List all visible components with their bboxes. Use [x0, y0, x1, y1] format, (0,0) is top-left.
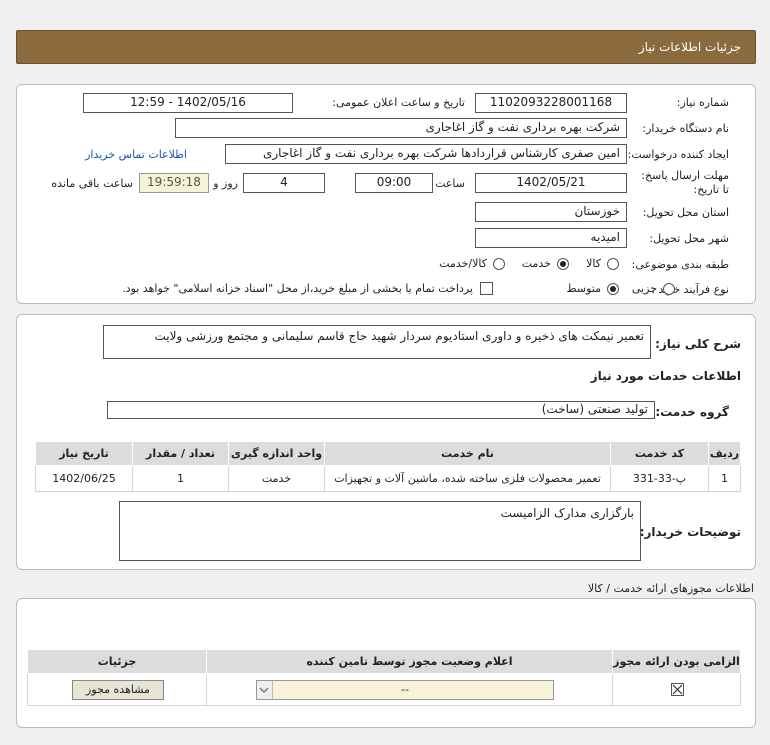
process-radio-medium[interactable]: [607, 283, 619, 295]
view-license-button[interactable]: مشاهده مجوز: [72, 680, 164, 700]
license-status-value: --: [401, 683, 409, 696]
dropdown-button[interactable]: [257, 681, 273, 699]
col-license-required: الزامی بودن ارائه مجوز: [612, 649, 741, 674]
province-label: استان محل تحویل:: [642, 206, 729, 219]
process-option-minor: جزیی: [631, 282, 657, 295]
deadline-date-field[interactable]: 1402/05/21: [475, 173, 627, 193]
license-required-checkbox[interactable]: [671, 683, 684, 696]
cell-license-required: [612, 673, 741, 706]
service-group-field[interactable]: تولید صنعتی (ساخت): [107, 401, 655, 419]
treasury-checkbox[interactable]: [480, 282, 493, 295]
cell-code: پ-33-331: [610, 465, 709, 492]
col-row: ردیف: [708, 441, 741, 466]
process-option-medium: متوسط: [566, 282, 601, 295]
col-code: کد خدمت: [610, 441, 709, 466]
remaining-label: ساعت باقی مانده: [51, 177, 133, 190]
buyer-org-label: نام دستگاه خریدار:: [642, 122, 729, 135]
process-radio-minor[interactable]: [663, 283, 675, 295]
deadline-time-label: ساعت: [435, 177, 465, 190]
cell-license-details: مشاهده مجوز: [27, 673, 207, 706]
table-row: -- مشاهده مجوز: [27, 673, 741, 706]
col-license-status: اعلام وضعیت مجوز توسط تامین کننده: [206, 649, 613, 674]
announce-datetime-field[interactable]: 1402/05/16 - 12:59: [83, 93, 293, 113]
cell-date: 1402/06/25: [35, 465, 133, 492]
buyer-org-field[interactable]: شرکت بهره برداری نفت و گاز اغاجاری: [175, 118, 627, 138]
days-label: روز و: [213, 177, 238, 190]
col-date: تاریخ نیاز: [35, 441, 133, 466]
cell-unit: خدمت: [228, 465, 325, 492]
buyer-notes-field[interactable]: بارگزاری مدارک الزامیست: [119, 501, 641, 561]
services-section-title: اطلاعات خدمات مورد نیاز: [590, 369, 741, 383]
cell-row: 1: [708, 465, 741, 492]
creator-label: ایجاد کننده درخواست:: [627, 148, 729, 161]
deadline-time-field[interactable]: 09:00: [355, 173, 433, 193]
licenses-table: الزامی بودن ارائه مجوز اعلام وضعیت مجوز …: [27, 649, 741, 706]
category-radio-service[interactable]: [557, 258, 569, 270]
cross-icon: [672, 684, 683, 695]
creator-field[interactable]: امین صفری کارشناس قراردادها شرکت بهره بر…: [225, 144, 627, 164]
licenses-section-title: اطلاعات مجوزهای ارائه خدمت / کالا: [587, 582, 754, 595]
city-label: شهر محل تحویل:: [649, 232, 729, 245]
col-unit: واحد اندازه گیری: [228, 441, 325, 466]
category-option-goods-service: کالا/خدمت: [439, 257, 487, 270]
province-field[interactable]: خوزستان: [475, 202, 627, 222]
need-number-field[interactable]: 1102093228001168: [475, 93, 627, 113]
category-radio-goods-service[interactable]: [493, 258, 505, 270]
col-qty: تعداد / مقدار: [132, 441, 229, 466]
cell-license-status: --: [206, 673, 613, 706]
services-table: ردیف کد خدمت نام خدمت واحد اندازه گیری ت…: [35, 441, 741, 492]
payment-note: پرداخت تمام یا بخشی از مبلغ خرید،از محل …: [122, 282, 473, 295]
deadline-label: مهلت ارسال پاسخ: تا تاریخ:: [641, 169, 729, 196]
col-name: نام خدمت: [324, 441, 611, 466]
description-field[interactable]: تعمیر نیمکت های ذخیره و داوری استادیوم س…: [103, 325, 651, 359]
page-title: جزئیات اطلاعات نیاز: [638, 40, 741, 54]
licenses-panel: الزامی بودن ارائه مجوز اعلام وضعیت مجوز …: [16, 598, 756, 728]
announce-label: تاریخ و ساعت اعلان عمومی:: [332, 96, 465, 109]
category-label: طبقه بندی موضوعی:: [631, 258, 729, 271]
buyer-notes-label: توضیحات خریدار:: [639, 525, 741, 539]
remaining-time-field: 19:59:18: [139, 173, 209, 193]
need-info-panel: شماره نیاز: 1102093228001168 تاریخ و ساع…: [16, 84, 756, 304]
service-group-label: گروه خدمت:: [655, 405, 729, 419]
buyer-contact-link[interactable]: اطلاعات تماس خریدار: [85, 148, 187, 161]
cell-qty: 1: [132, 465, 229, 492]
need-number-label: شماره نیاز:: [676, 96, 729, 109]
cell-name: تعمیر محصولات فلزی ساخته شده، ماشین آلات…: [324, 465, 611, 492]
description-label: شرح کلی نیاز:: [655, 337, 741, 351]
chevron-down-icon: [259, 687, 269, 693]
page-header: جزئیات اطلاعات نیاز: [16, 30, 756, 64]
table-row: 1 پ-33-331 تعمیر محصولات فلزی ساخته شده،…: [35, 465, 741, 492]
category-radio-goods[interactable]: [607, 258, 619, 270]
category-option-service: خدمت: [521, 257, 551, 270]
category-option-goods: کالا: [586, 257, 601, 270]
col-license-details: جزئیات: [27, 649, 207, 674]
city-field[interactable]: امیدیه: [475, 228, 627, 248]
services-panel: شرح کلی نیاز: تعمیر نیمکت های ذخیره و دا…: [16, 314, 756, 570]
days-field[interactable]: 4: [243, 173, 325, 193]
license-status-select[interactable]: --: [256, 680, 554, 700]
